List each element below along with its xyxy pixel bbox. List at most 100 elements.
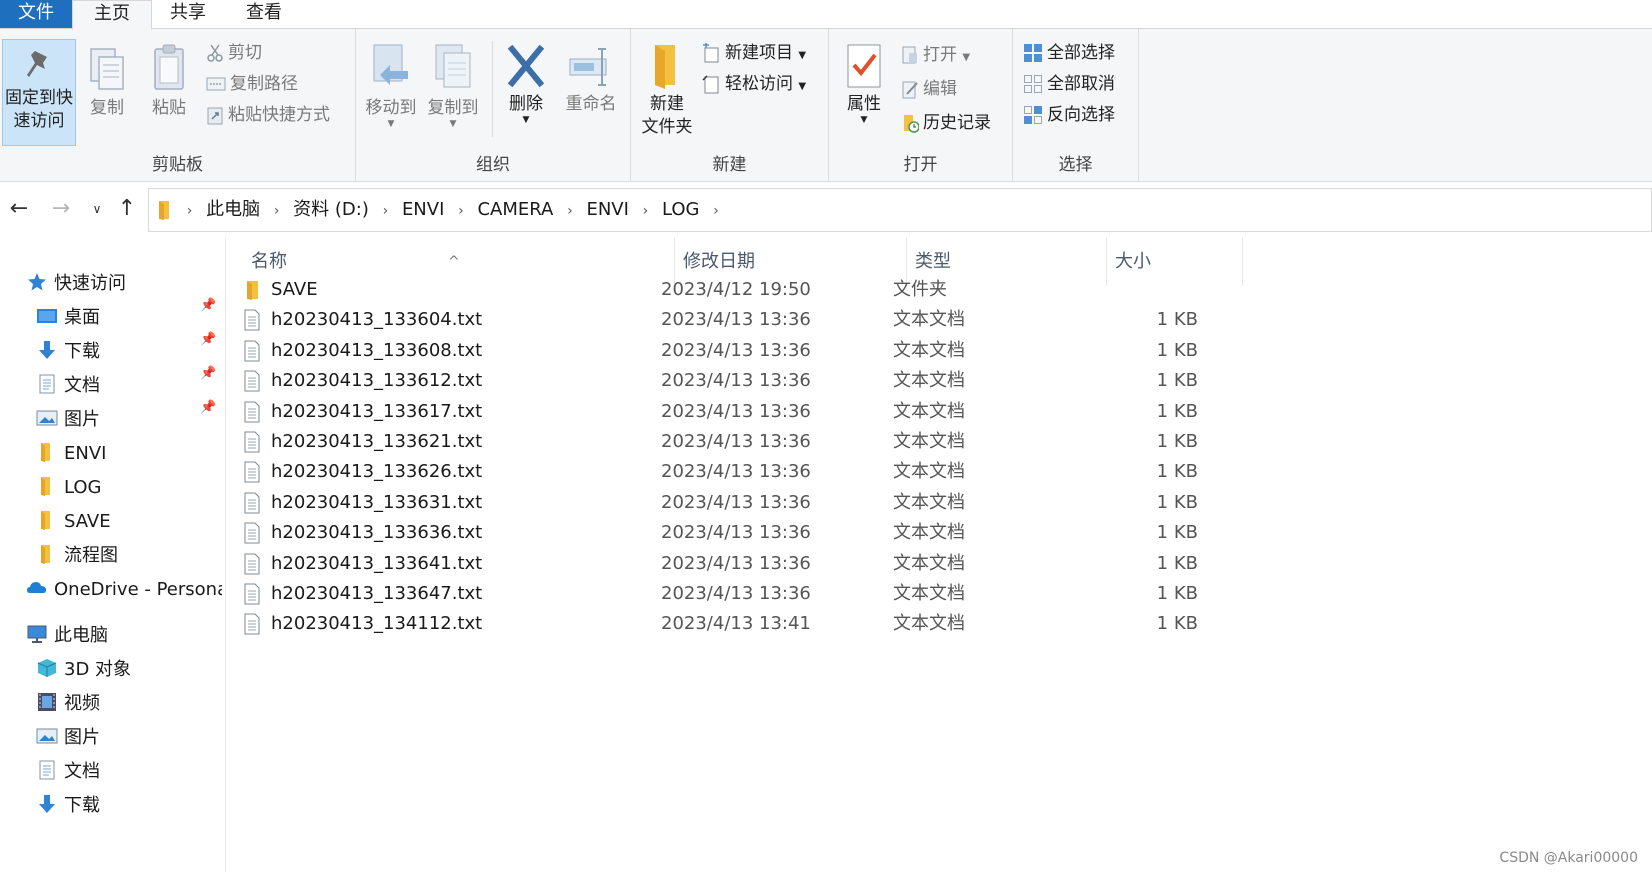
paste-shortcut-button[interactable]: 粘贴快捷方式 — [206, 101, 330, 129]
select-none-icon — [1024, 75, 1042, 93]
nav-onedrive[interactable]: OneDrive - Personal — [26, 574, 222, 606]
nav-item-documents-pc[interactable]: 文档 — [36, 756, 100, 788]
breadcrumb-item[interactable]: ENVI — [586, 199, 628, 220]
tab-view[interactable]: 查看 — [228, 0, 300, 28]
move-to-button[interactable]: 移动到 ▼ — [362, 43, 420, 129]
nav-item-desktop[interactable]: 桌面 — [36, 302, 100, 334]
breadcrumb-item[interactable]: LOG — [662, 199, 700, 220]
file-name: h20230413_133631.txt — [271, 491, 483, 513]
file-row[interactable]: SAVE 2023/4/12 19:50 文件夹 — [243, 274, 1223, 306]
file-row[interactable]: h20230413_133608.txt 2023/4/13 13:36 文本文档 1… — [243, 335, 1223, 367]
select-all-button[interactable]: 全部选择 — [1023, 39, 1115, 67]
copy-path-button[interactable]: 复制路径 — [206, 70, 298, 98]
cube-icon — [37, 659, 57, 677]
copy-button[interactable]: 复制 — [82, 47, 132, 120]
file-type: 文本文档 — [893, 370, 965, 392]
nav-item-log[interactable]: LOG — [36, 472, 102, 504]
nav-label: OneDrive - Personal — [54, 579, 222, 600]
column-header-label: 类型 — [915, 251, 951, 272]
nav-item-pictures[interactable]: 图片 — [36, 404, 100, 436]
folder-icon — [159, 201, 169, 220]
text-file-icon — [244, 553, 260, 575]
file-size: 1 KB — [1156, 583, 1198, 604]
breadcrumb-item[interactable]: 资料 (D:) — [293, 199, 369, 220]
up-button[interactable]: ↑ — [114, 194, 140, 224]
file-name: h20230413_133612.txt — [271, 370, 483, 392]
nav-this-pc[interactable]: 此电脑 — [26, 620, 108, 652]
text-file-icon — [244, 583, 260, 605]
back-button[interactable]: ← — [6, 194, 32, 224]
delete-x-icon — [507, 45, 545, 88]
address-bar[interactable]: › 此电脑 › 资料 (D:) › ENVI › CAMERA › ENVI ›… — [148, 188, 1652, 232]
breadcrumb-item[interactable]: 此电脑 — [206, 199, 260, 220]
file-row[interactable]: h20230413_133641.txt 2023/4/13 13:36 文本文档 1… — [243, 548, 1223, 580]
file-date: 2023/4/13 13:36 — [661, 522, 811, 544]
file-row[interactable]: h20230413_133621.txt 2023/4/13 13:36 文本文档 1… — [243, 426, 1223, 458]
file-type: 文本文档 — [893, 400, 965, 422]
new-item-icon — [703, 43, 719, 63]
easy-access-label: 轻松访问 — [725, 74, 793, 94]
group-open: 属性 ▼ 打开 ▼ 编辑 历史记录 打开 — [829, 29, 1013, 181]
file-row[interactable]: h20230413_133604.txt 2023/4/13 13:36 文本文档 1… — [243, 304, 1223, 336]
nav-item-videos[interactable]: 视频 — [36, 688, 100, 720]
forward-button[interactable]: → — [48, 194, 74, 224]
tab-file[interactable]: 文件 — [0, 0, 72, 28]
nav-item-documents[interactable]: 文档 — [36, 370, 100, 402]
nav-item-flowchart[interactable]: 流程图 — [36, 540, 118, 572]
delete-button[interactable]: 删除 ▼ — [498, 45, 554, 125]
nav-quick-access[interactable]: 快速访问 — [26, 268, 126, 300]
recent-locations-button[interactable]: ∨ — [84, 194, 110, 224]
group-label-clipboard: 剪贴板 — [152, 155, 203, 175]
file-row[interactable]: h20230413_133626.txt 2023/4/13 13:36 文本文档 1… — [243, 456, 1223, 488]
open-button[interactable]: 打开 ▼ — [901, 41, 970, 69]
folder-icon — [247, 281, 258, 300]
file-name: SAVE — [271, 279, 318, 300]
cut-button[interactable]: 剪切 — [206, 39, 262, 67]
nav-label: 桌面 — [64, 307, 100, 328]
computer-icon — [27, 625, 47, 643]
file-row[interactable]: h20230413_133612.txt 2023/4/13 13:36 文本文档 1… — [243, 365, 1223, 397]
column-header-label: 大小 — [1115, 251, 1151, 272]
pinned-icon: 📌 — [200, 298, 217, 313]
nav-item-pictures-pc[interactable]: 图片 — [36, 722, 100, 754]
file-row[interactable]: h20230413_134112.txt 2023/4/13 13:41 文本文档 1… — [243, 608, 1223, 640]
nav-item-save[interactable]: SAVE — [36, 506, 111, 538]
file-name: h20230413_133604.txt — [271, 309, 483, 331]
rename-button[interactable]: 重命名 — [558, 45, 624, 116]
organize-divider — [492, 41, 493, 137]
file-row[interactable]: h20230413_133647.txt 2023/4/13 13:36 文本文档 1… — [243, 578, 1223, 610]
pin-to-quick-access-button[interactable]: 固定到快 速访问 — [2, 47, 76, 133]
select-none-button[interactable]: 全部取消 — [1023, 70, 1115, 98]
edit-button[interactable]: 编辑 — [901, 75, 957, 103]
copy-to-icon — [435, 44, 471, 88]
invert-selection-button[interactable]: 反向选择 — [1023, 101, 1115, 129]
text-file-icon — [244, 461, 260, 483]
forward-arrow-icon: → — [51, 196, 71, 221]
file-size: 1 KB — [1156, 552, 1198, 574]
file-row[interactable]: h20230413_133617.txt 2023/4/13 13:36 文本文档 1… — [243, 396, 1223, 428]
file-row[interactable]: h20230413_133636.txt 2023/4/13 13:36 文本文档 1… — [243, 517, 1223, 549]
tab-share[interactable]: 共享 — [152, 0, 224, 28]
properties-button[interactable]: 属性 ▼ — [839, 43, 889, 125]
breadcrumb-item[interactable]: CAMERA — [477, 199, 553, 220]
back-arrow-icon: ← — [9, 196, 29, 221]
nav-label: 流程图 — [64, 545, 118, 566]
new-folder-button[interactable]: 新建 文件夹 — [635, 43, 699, 139]
new-item-button[interactable]: 新建项目 ▼ — [701, 39, 806, 67]
file-row[interactable]: h20230413_133631.txt 2023/4/13 13:36 文本文档 1… — [243, 487, 1223, 519]
up-arrow-icon: ↑ — [117, 196, 137, 221]
nav-label: 3D 对象 — [64, 659, 132, 680]
copy-path-icon — [206, 77, 226, 91]
nav-item-3d-objects[interactable]: 3D 对象 — [36, 654, 131, 686]
paste-button[interactable]: 粘贴 — [142, 43, 196, 120]
nav-item-envi[interactable]: ENVI — [36, 438, 106, 470]
nav-item-downloads-pc[interactable]: 下载 — [36, 790, 100, 822]
copy-to-button[interactable]: 复制到 ▼ — [424, 43, 482, 129]
breadcrumb-item[interactable]: ENVI — [402, 199, 444, 220]
new-folder-label-line1: 新建 — [650, 94, 684, 114]
history-button[interactable]: 历史记录 — [901, 109, 991, 137]
easy-access-button[interactable]: 轻松访问 ▼ — [701, 70, 806, 98]
file-type: 文本文档 — [893, 583, 965, 604]
nav-item-downloads[interactable]: 下载 — [36, 336, 100, 368]
tab-home[interactable]: 主页 — [72, 0, 152, 30]
